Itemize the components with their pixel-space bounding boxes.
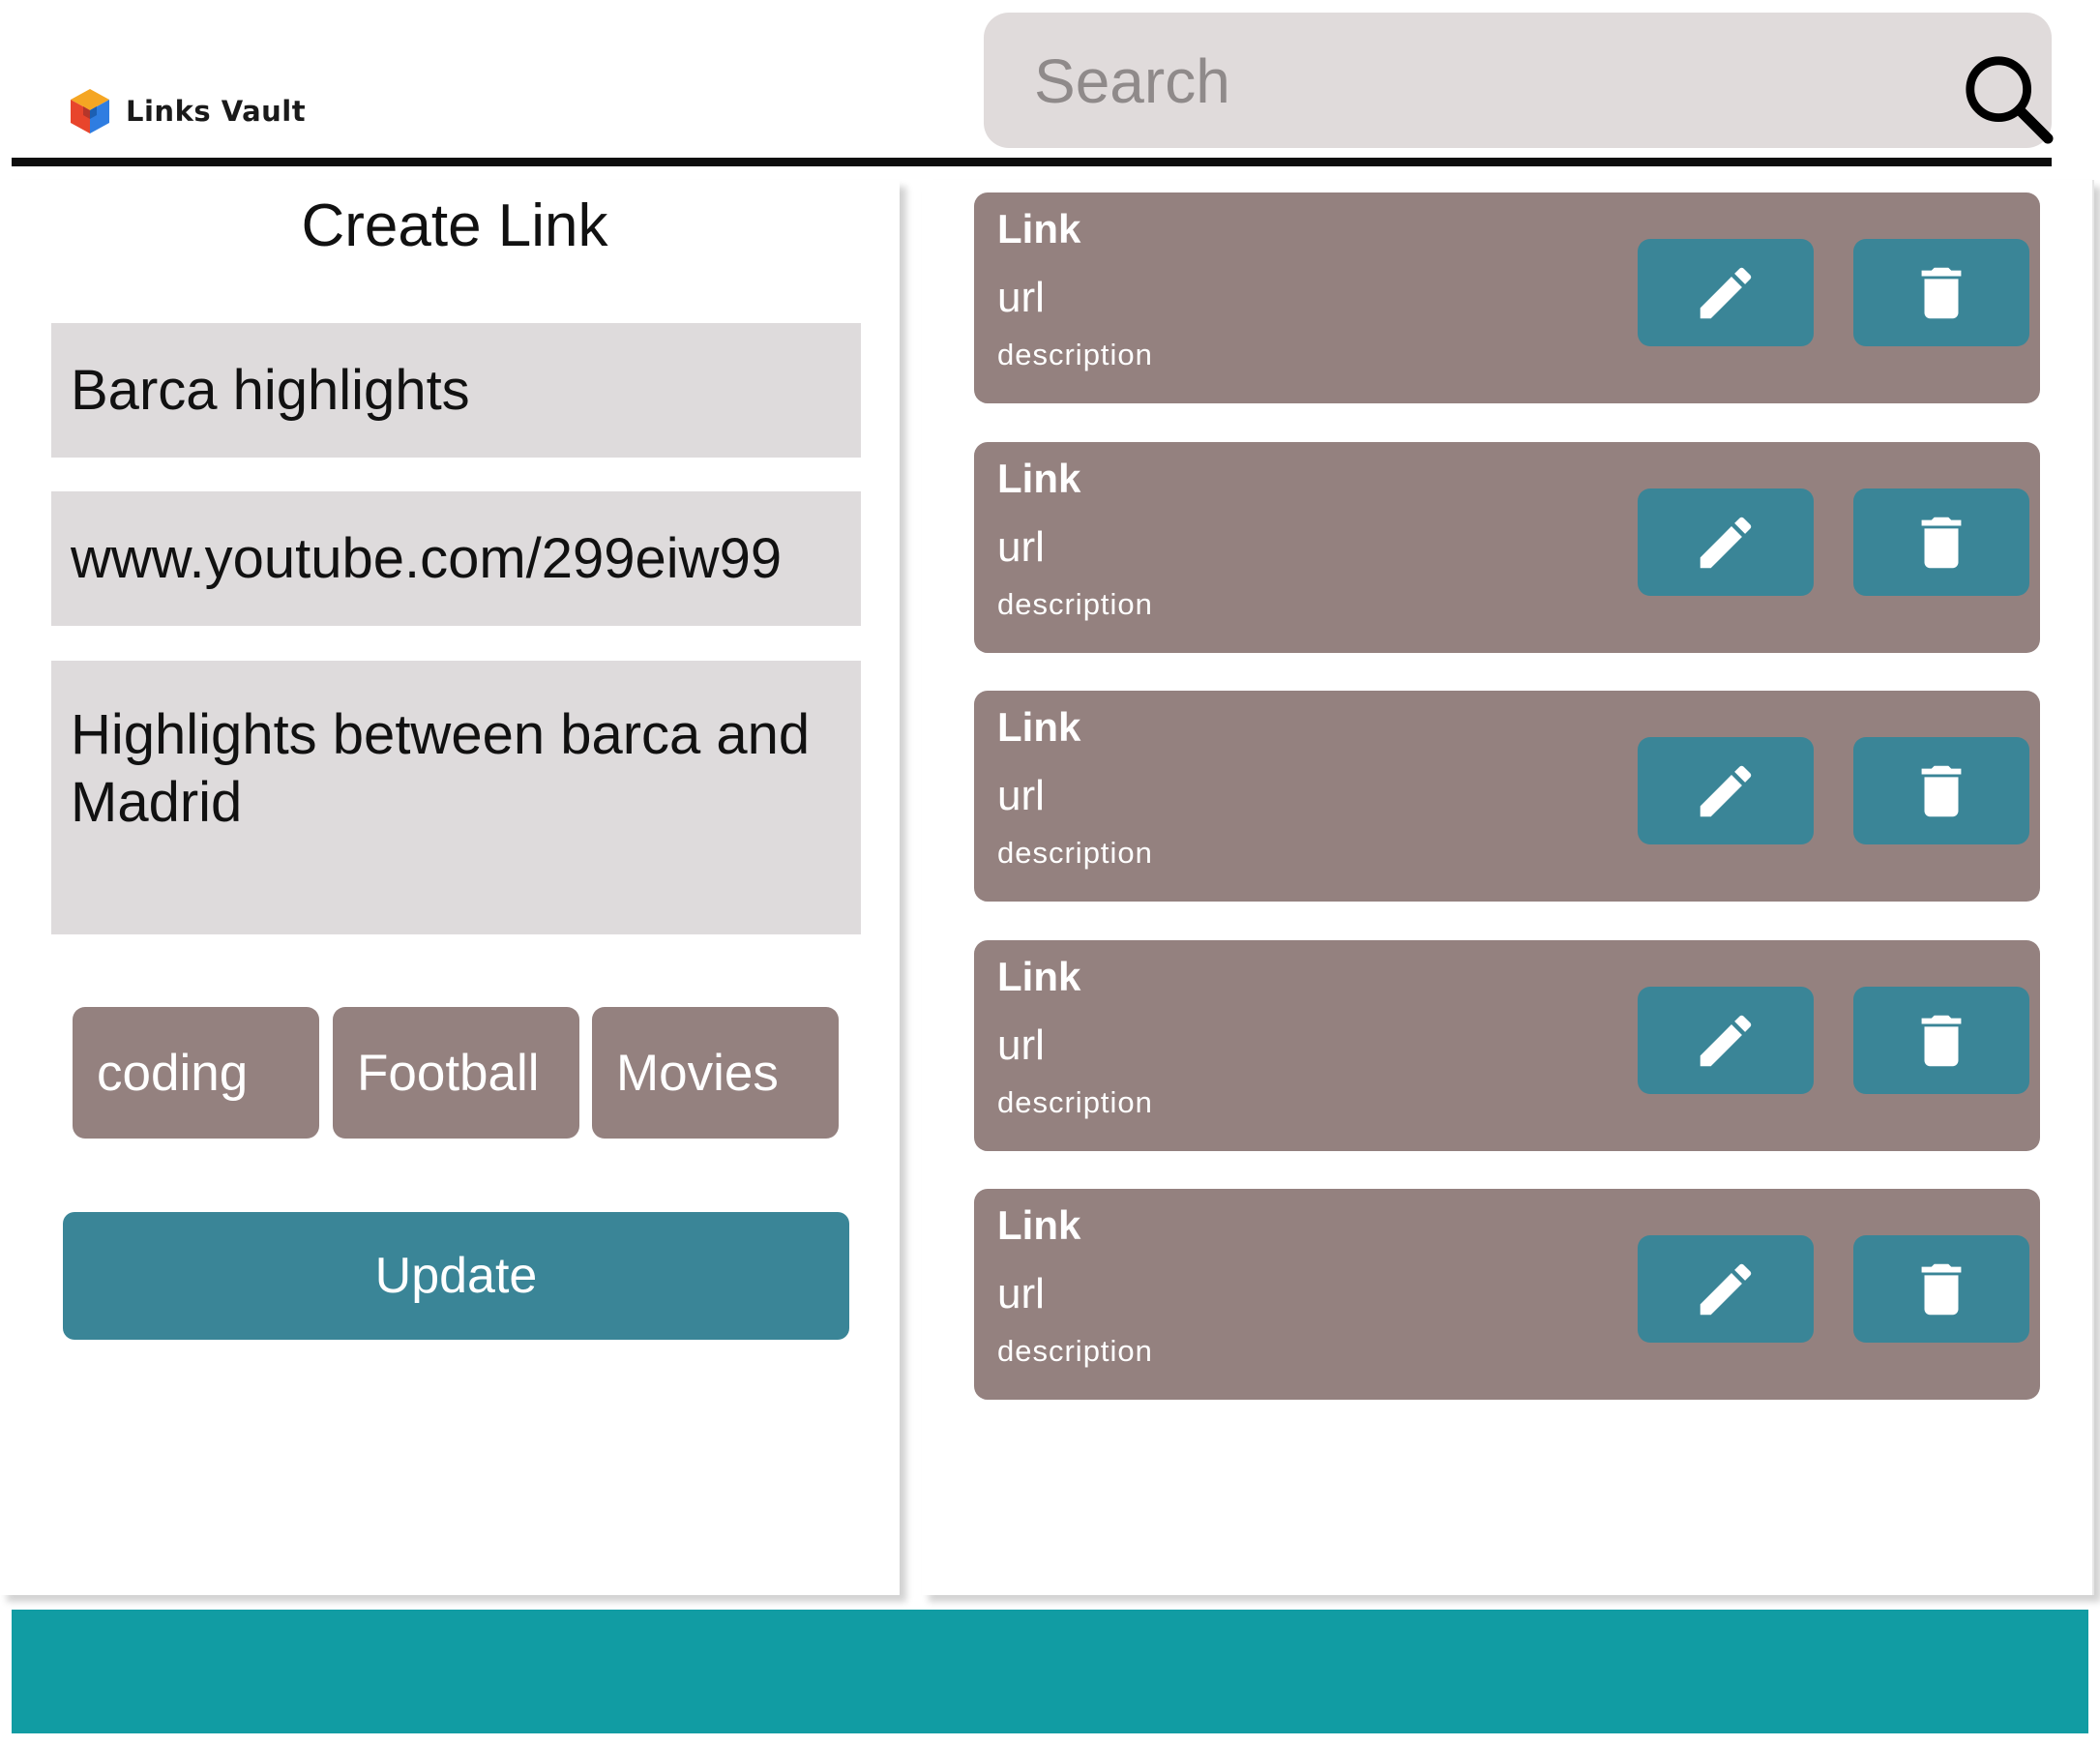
link-title: Link	[997, 954, 1081, 999]
trash-icon	[1908, 259, 1975, 327]
app-logo[interactable]: Links Vault	[68, 87, 306, 135]
header-divider	[12, 158, 2052, 166]
pencil-icon	[1692, 1007, 1760, 1075]
link-url[interactable]: url	[997, 523, 1045, 572]
link-url[interactable]: url	[997, 274, 1045, 322]
link-description-field[interactable]: Highlights between barca and Madrid	[51, 661, 861, 934]
search-icon[interactable]	[1961, 51, 2056, 146]
pencil-icon	[1692, 757, 1760, 825]
link-url[interactable]: url	[997, 772, 1045, 820]
search-input[interactable]	[1032, 13, 1907, 150]
link-description: description	[997, 1334, 1153, 1368]
page-title: Create Link	[301, 192, 608, 259]
link-card[interactable]: Link url description	[974, 442, 2040, 653]
link-name-field[interactable]	[51, 323, 861, 458]
edit-link-button[interactable]	[1638, 1235, 1814, 1343]
delete-link-button[interactable]	[1853, 987, 2029, 1094]
trash-icon	[1908, 509, 1975, 577]
trash-icon	[1908, 1256, 1975, 1323]
edit-link-button[interactable]	[1638, 737, 1814, 844]
link-url-field[interactable]	[51, 491, 861, 626]
link-title: Link	[997, 456, 1081, 501]
update-button[interactable]: Update	[63, 1212, 849, 1340]
link-title: Link	[997, 704, 1081, 750]
search-bar	[984, 13, 2054, 150]
delete-link-button[interactable]	[1853, 737, 2029, 844]
edit-link-button[interactable]	[1638, 488, 1814, 596]
link-card[interactable]: Link url description	[974, 1189, 2040, 1400]
pencil-icon	[1692, 1256, 1760, 1323]
tag-football[interactable]: Football	[333, 1007, 579, 1139]
link-title: Link	[997, 206, 1081, 252]
link-title: Link	[997, 1202, 1081, 1248]
trash-icon	[1908, 757, 1975, 825]
edit-link-button[interactable]	[1638, 239, 1814, 346]
link-card[interactable]: Link url description	[974, 691, 2040, 902]
pencil-icon	[1692, 509, 1760, 577]
trash-icon	[1908, 1007, 1975, 1075]
page: Links Vault Create Link Highlights betwe…	[0, 0, 2100, 1746]
link-description: description	[997, 1085, 1153, 1119]
tag-coding[interactable]: coding	[73, 1007, 319, 1139]
footer-bar	[12, 1610, 2088, 1733]
link-url[interactable]: url	[997, 1021, 1045, 1070]
delete-link-button[interactable]	[1853, 488, 2029, 596]
delete-link-button[interactable]	[1853, 239, 2029, 346]
app-name: Links Vault	[126, 95, 307, 128]
pencil-icon	[1692, 259, 1760, 327]
link-description: description	[997, 836, 1153, 870]
tag-movies[interactable]: Movies	[592, 1007, 839, 1139]
link-url[interactable]: url	[997, 1270, 1045, 1318]
edit-link-button[interactable]	[1638, 987, 1814, 1094]
logo-cube-icon	[68, 87, 112, 135]
link-card[interactable]: Link url description	[974, 940, 2040, 1151]
link-description: description	[997, 587, 1153, 621]
delete-link-button[interactable]	[1853, 1235, 2029, 1343]
link-description: description	[997, 338, 1153, 371]
link-card[interactable]: Link url description	[974, 192, 2040, 403]
